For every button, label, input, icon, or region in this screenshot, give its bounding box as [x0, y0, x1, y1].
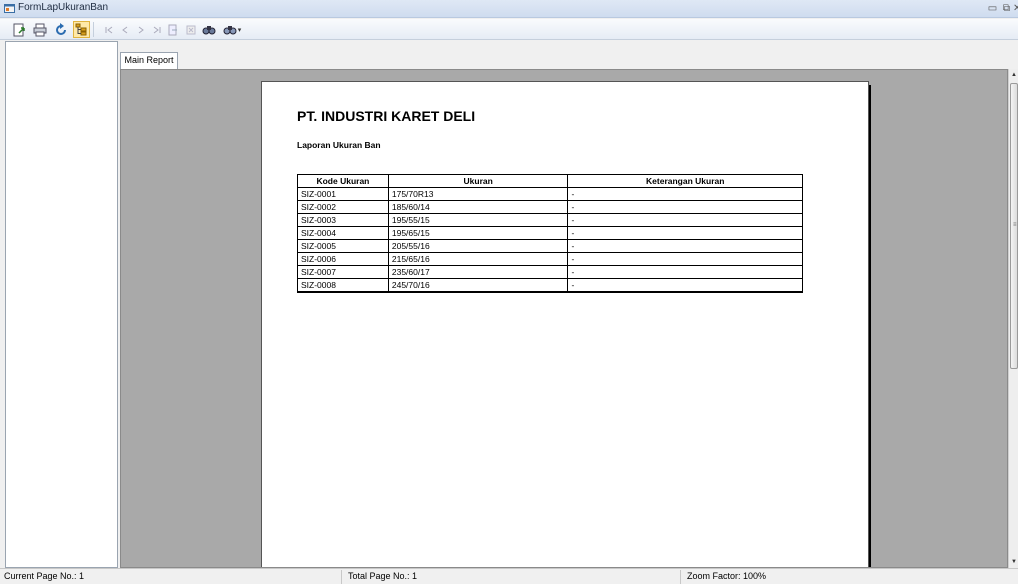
- vertical-scrollbar[interactable]: ▲ ≡ ▼: [1008, 69, 1018, 568]
- cell-kode: SIZ-0003: [297, 213, 389, 227]
- table-row: SIZ-0003 195/55/15 -: [297, 213, 803, 227]
- zoom-factor-status: Zoom Factor: 100%: [687, 571, 767, 581]
- refresh-button[interactable]: [52, 21, 69, 38]
- toggle-tree-button[interactable]: [73, 21, 90, 38]
- status-divider: [680, 570, 681, 584]
- toggle-tree-icon: [75, 23, 87, 36]
- cell-kode: SIZ-0008: [297, 278, 389, 293]
- scroll-up-icon[interactable]: ▲: [1009, 69, 1018, 81]
- previous-page-icon: [121, 26, 127, 33]
- chevron-down-icon: ▾: [237, 26, 242, 34]
- cell-ukuran: 175/70R13: [387, 187, 569, 201]
- close-icon[interactable]: ✕: [1013, 2, 1018, 15]
- scroll-down-icon[interactable]: ▼: [1009, 556, 1018, 568]
- restore-icon[interactable]: ⧉: [1000, 2, 1013, 15]
- cell-ukuran: 185/60/14: [387, 200, 569, 214]
- goto-page-button[interactable]: [164, 21, 181, 38]
- window-title: FormLapUkuranBan: [18, 2, 109, 13]
- cell-ukuran: 205/55/16: [387, 239, 569, 253]
- cell-keterangan: -: [567, 187, 803, 201]
- previous-page-button[interactable]: [116, 21, 133, 38]
- cell-kode: SIZ-0007: [297, 265, 389, 279]
- last-page-button[interactable]: [148, 21, 165, 38]
- report-page: PT. INDUSTRI KARET DELI Laporan Ukuran B…: [261, 81, 869, 567]
- toolbar-separator: [93, 22, 94, 37]
- column-header-keterangan: Keterangan Ukuran: [567, 174, 803, 188]
- cell-kode: SIZ-0006: [297, 252, 389, 266]
- find-button[interactable]: [200, 21, 217, 38]
- cell-kode: SIZ-0001: [297, 187, 389, 201]
- close-view-button[interactable]: [182, 21, 199, 38]
- refresh-icon: [55, 22, 66, 35]
- app-icon: [4, 4, 15, 13]
- zoom-dropdown-button[interactable]: ▾: [220, 21, 244, 38]
- cell-ukuran: 245/70/16: [387, 278, 569, 293]
- table-row: SIZ-0006 215/65/16 -: [297, 252, 803, 266]
- last-page-icon: [153, 26, 160, 33]
- print-button[interactable]: [31, 21, 48, 38]
- export-button[interactable]: [10, 21, 27, 38]
- table-row: SIZ-0004 195/65/15 -: [297, 226, 803, 240]
- goto-page-icon: [168, 24, 177, 35]
- cell-keterangan: -: [567, 213, 803, 227]
- group-tree-panel[interactable]: [5, 41, 118, 568]
- minimize-icon[interactable]: ▭: [986, 2, 999, 15]
- tire-size-table: Kode Ukuran Ukuran Keterangan Ukuran SIZ…: [297, 174, 803, 293]
- table-row: SIZ-0001 175/70R13 -: [297, 187, 803, 201]
- cell-keterangan: -: [567, 252, 803, 266]
- grip-icon: ≡: [1013, 222, 1017, 228]
- first-page-button[interactable]: [100, 21, 117, 38]
- cell-ukuran: 235/60/17: [387, 265, 569, 279]
- table-row: SIZ-0002 185/60/14 -: [297, 200, 803, 214]
- table-row: SIZ-0007 235/60/17 -: [297, 265, 803, 279]
- cell-ukuran: 195/65/15: [387, 226, 569, 240]
- next-page-button[interactable]: [132, 21, 149, 38]
- report-subtitle: Laporan Ukuran Ban: [297, 140, 381, 150]
- cell-kode: SIZ-0005: [297, 239, 389, 253]
- table-header-row: Kode Ukuran Ukuran Keterangan Ukuran: [297, 174, 803, 188]
- company-name: PT. INDUSTRI KARET DELI: [297, 108, 476, 124]
- next-page-icon: [138, 26, 144, 33]
- status-bar: Current Page No.: 1 Total Page No.: 1 Zo…: [0, 568, 1018, 584]
- cell-kode: SIZ-0002: [297, 200, 389, 214]
- column-header-kode: Kode Ukuran: [297, 174, 389, 188]
- column-header-ukuran: Ukuran: [387, 174, 569, 188]
- cell-keterangan: -: [567, 265, 803, 279]
- cell-keterangan: -: [567, 239, 803, 253]
- first-page-icon: [105, 26, 112, 33]
- cell-ukuran: 195/55/15: [387, 213, 569, 227]
- zoom-icon: [223, 25, 237, 34]
- tab-main-report[interactable]: Main Report: [120, 52, 178, 69]
- report-viewport[interactable]: PT. INDUSTRI KARET DELI Laporan Ukuran B…: [120, 69, 1008, 568]
- cell-keterangan: -: [567, 200, 803, 214]
- report-viewer-window: FormLapUkuranBan ▭ ⧉ ✕ ▾ Main Report PT.…: [0, 0, 1018, 584]
- table-row: SIZ-0008 245/70/16 -: [297, 278, 803, 293]
- close-view-icon: [186, 25, 195, 34]
- print-icon: [33, 23, 46, 36]
- status-divider: [341, 570, 342, 584]
- total-page-status: Total Page No.: 1: [348, 571, 418, 581]
- report-toolbar: ▾: [0, 19, 1018, 40]
- cell-keterangan: -: [567, 226, 803, 240]
- export-icon: [13, 23, 25, 36]
- find-icon: [202, 25, 215, 34]
- scrollbar-thumb[interactable]: ≡: [1010, 83, 1018, 369]
- cell-keterangan: -: [567, 278, 803, 293]
- title-bar: FormLapUkuranBan ▭ ⧉ ✕: [0, 0, 1018, 18]
- cell-ukuran: 215/65/16: [387, 252, 569, 266]
- cell-kode: SIZ-0004: [297, 226, 389, 240]
- current-page-status: Current Page No.: 1: [4, 571, 85, 581]
- table-row: SIZ-0005 205/55/16 -: [297, 239, 803, 253]
